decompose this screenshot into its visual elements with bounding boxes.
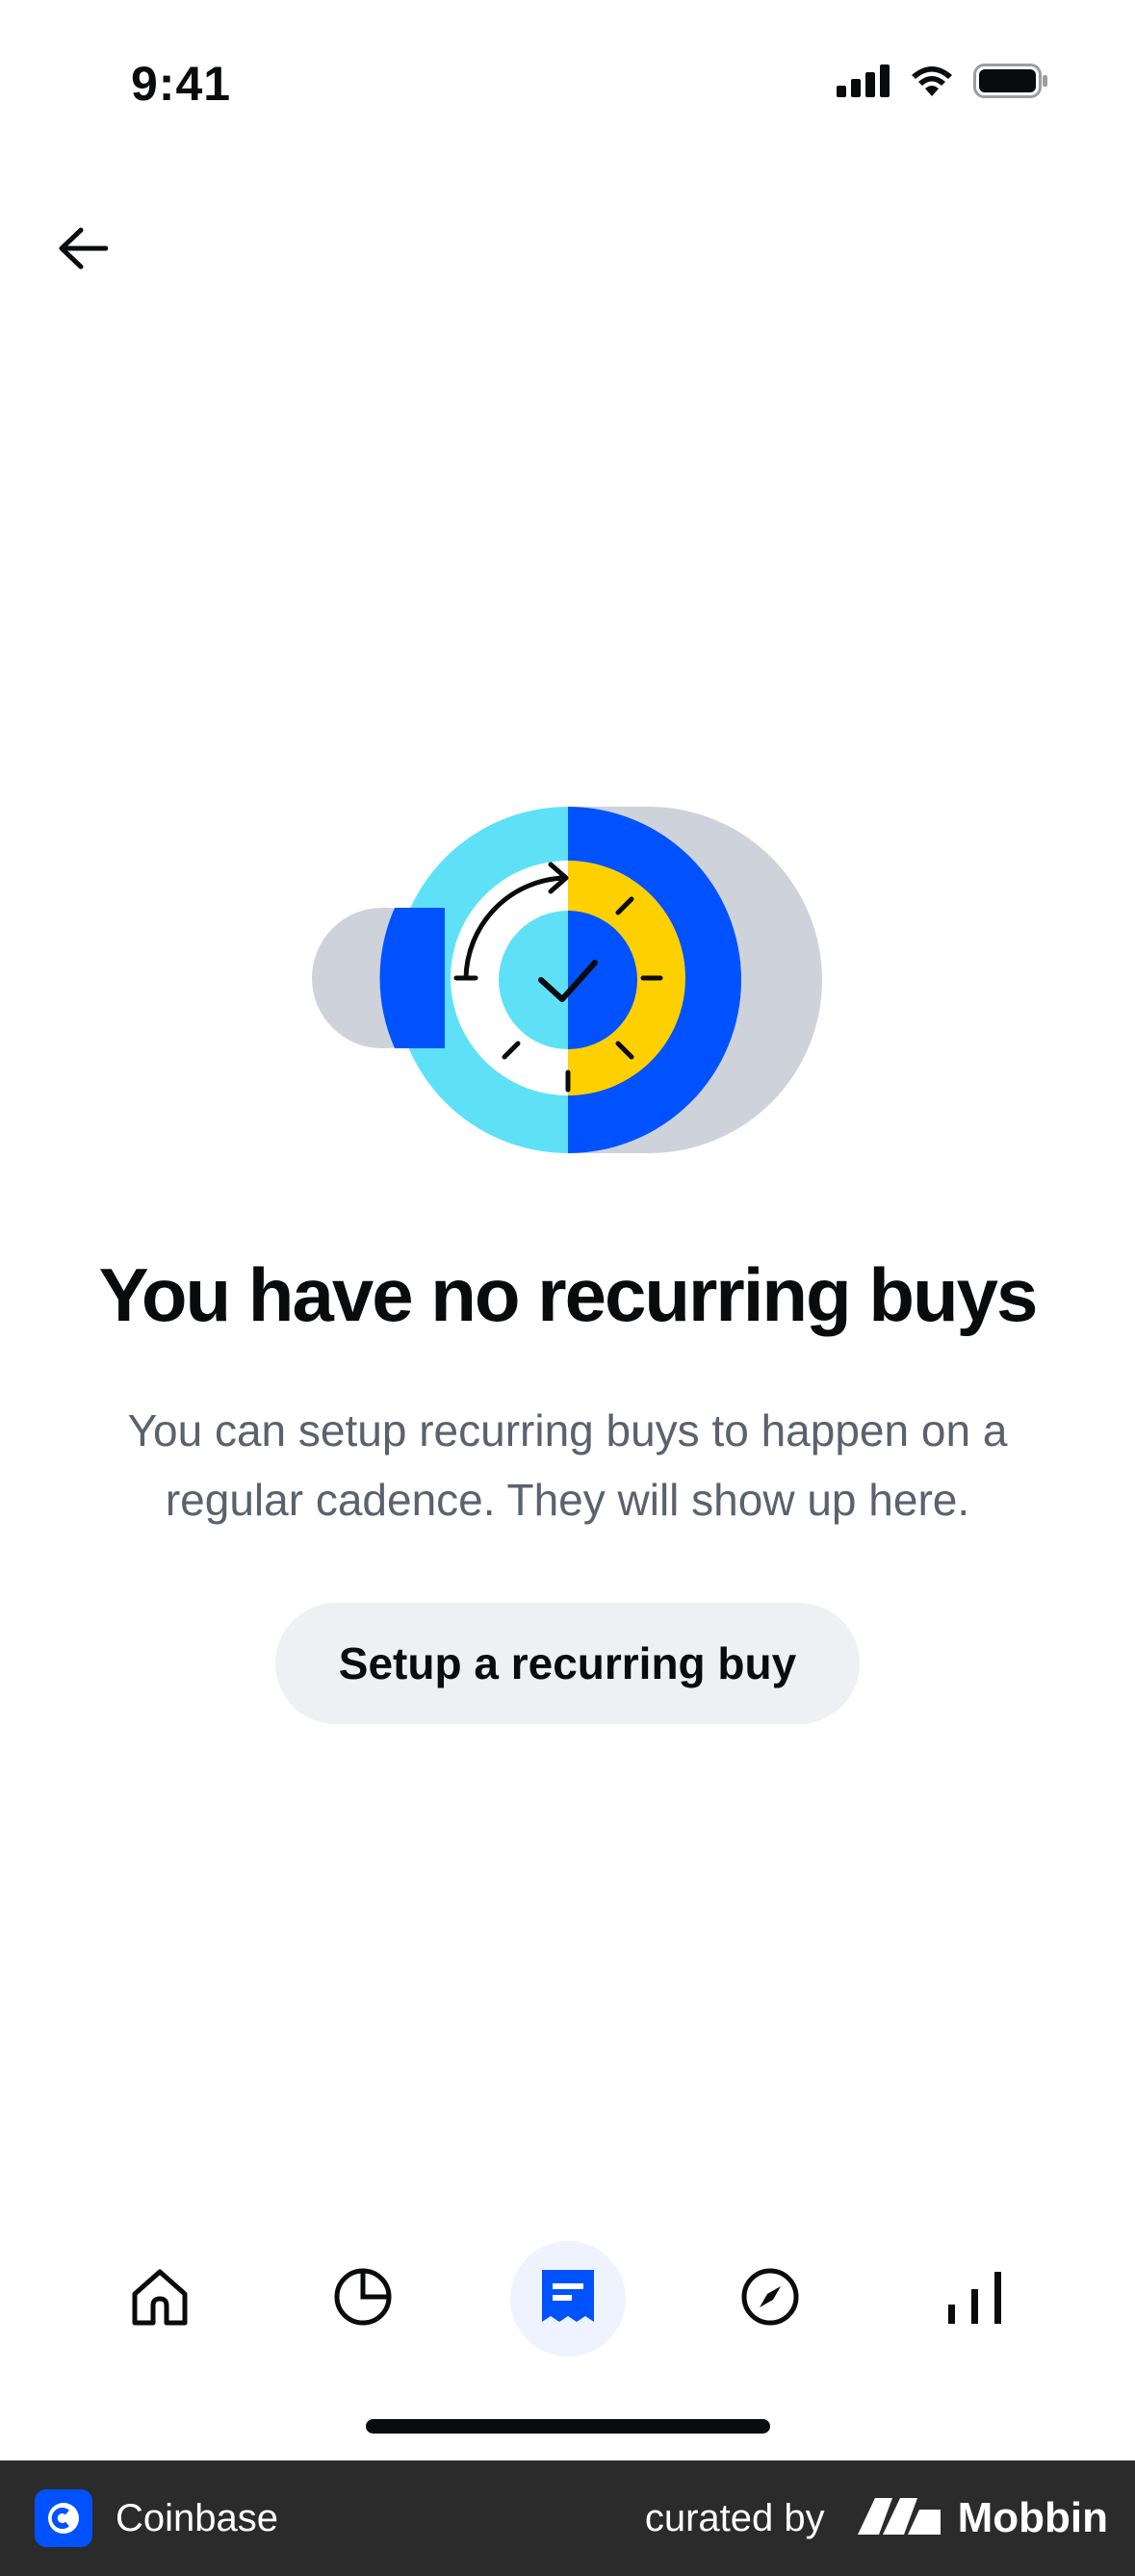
wifi-icon: [910, 64, 954, 102]
signal-icon: [837, 64, 890, 102]
status-time: 9:41: [131, 57, 232, 111]
tab-transactions[interactable]: [510, 2241, 626, 2357]
mobbin-logo-icon: [857, 2496, 942, 2541]
coinbase-logo-icon: [35, 2489, 92, 2547]
footer-curation: curated by Mobbin: [645, 2494, 1108, 2542]
arrow-left-icon: [58, 227, 109, 274]
tab-explore[interactable]: [712, 2241, 828, 2357]
back-button[interactable]: [52, 219, 114, 281]
home-icon: [130, 2267, 190, 2331]
markets-bars-icon: [946, 2270, 1004, 2329]
explore-compass-icon: [740, 2267, 800, 2331]
transactions-receipt-icon: [540, 2268, 596, 2331]
status-icons: [837, 64, 1048, 103]
home-indicator: [366, 2419, 770, 2434]
setup-recurring-buy-button[interactable]: Setup a recurring buy: [275, 1603, 860, 1724]
mobbin-brand: Mobbin: [857, 2494, 1108, 2542]
tab-home[interactable]: [102, 2241, 218, 2357]
empty-state-title: You have no recurring buys: [98, 1252, 1039, 1337]
status-bar: 9:41: [0, 0, 1135, 168]
mobbin-wordmark: Mobbin: [957, 2494, 1108, 2541]
recurring-clock-illustration: [310, 803, 824, 1153]
footer-app-name: Coinbase: [116, 2496, 279, 2539]
curated-by-label: curated by: [644, 2496, 825, 2539]
empty-state-subtitle: You can setup recurring buys to happen o…: [127, 1405, 1008, 1525]
footer-bar: Coinbase curated by Mobbin: [0, 2460, 1135, 2576]
battery-icon: [973, 64, 1048, 103]
tab-markets[interactable]: [917, 2241, 1033, 2357]
portfolio-pie-icon: [333, 2267, 393, 2331]
footer-app: Coinbase: [35, 2489, 278, 2547]
tab-bar: [0, 2241, 1135, 2366]
tab-portfolio[interactable]: [305, 2241, 421, 2357]
